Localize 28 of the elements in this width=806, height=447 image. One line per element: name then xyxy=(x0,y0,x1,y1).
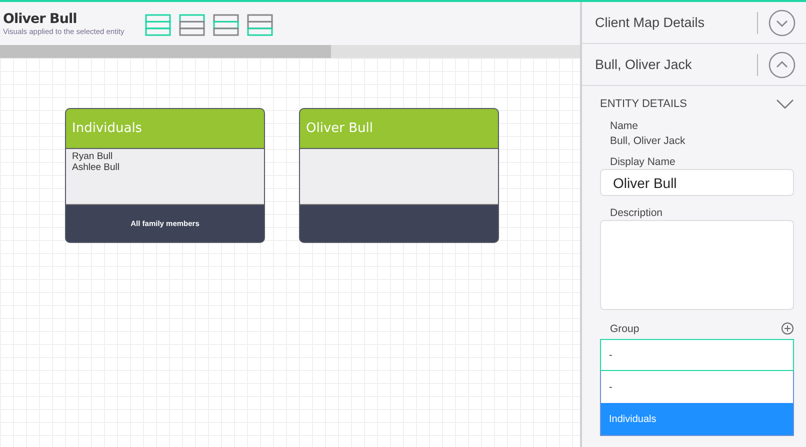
entity-title: Oliver Bull xyxy=(3,11,78,27)
layout-icon[interactable] xyxy=(145,14,171,36)
description-field[interactable] xyxy=(600,220,794,310)
group-dropdown[interactable]: - xyxy=(600,339,794,371)
layout-icon[interactable] xyxy=(247,14,273,36)
field-label: Description xyxy=(610,207,664,219)
section-title: Bull, Oliver Jack xyxy=(595,57,693,72)
field-label: Name xyxy=(610,120,640,132)
layout-icon[interactable] xyxy=(179,14,205,36)
section-title: Client Map Details xyxy=(595,15,706,30)
add-icon[interactable] xyxy=(781,322,794,335)
dropdown-option[interactable]: - xyxy=(601,371,793,403)
scrollbar-thumb[interactable] xyxy=(0,45,331,58)
layout-icon[interactable] xyxy=(213,14,239,36)
field-label: Display Name xyxy=(610,156,676,168)
card-title: Oliver Bull xyxy=(306,121,374,136)
accordion-header[interactable]: Bull, Oliver Jack xyxy=(582,44,806,86)
card-title: Individuals xyxy=(72,121,142,136)
accordion-header[interactable]: Client Map Details xyxy=(582,2,806,44)
chevron-icon[interactable] xyxy=(776,99,794,109)
member-name: Ryan Bull xyxy=(72,151,114,162)
display-name-field[interactable]: Oliver Bull xyxy=(600,169,794,196)
expand-icon[interactable] xyxy=(768,8,796,36)
field-label: Group xyxy=(610,322,640,334)
collapse-icon[interactable] xyxy=(768,50,796,78)
name-value: Bull, Oliver Jack xyxy=(610,135,686,147)
member-name: Ashlee Bull xyxy=(72,162,121,173)
section-heading: ENTITY DETAILS xyxy=(600,98,688,110)
